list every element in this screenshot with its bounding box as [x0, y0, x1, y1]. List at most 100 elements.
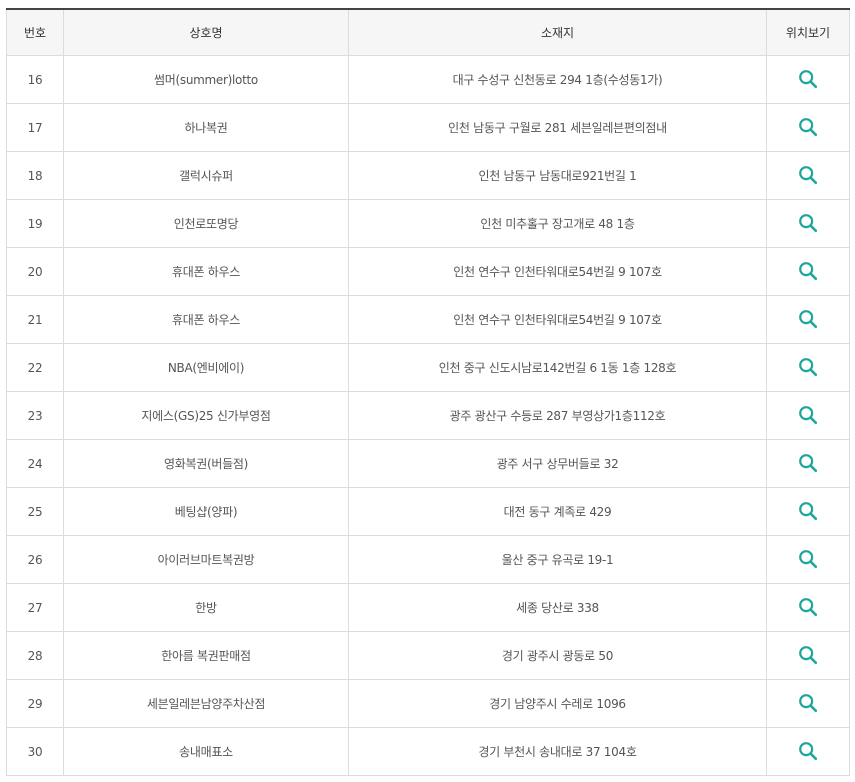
row-store-name: 하나복권 [63, 103, 349, 152]
row-num: 29 [6, 679, 64, 728]
view-location-button[interactable] [796, 356, 820, 380]
row-num: 28 [6, 631, 64, 680]
row-num: 25 [6, 487, 64, 536]
row-address: 인천 남동구 구월로 281 세븐일레븐편의점내 [348, 103, 767, 152]
header-num: 번호 [6, 8, 64, 56]
search-icon [799, 117, 818, 136]
row-address: 대전 동구 계족로 429 [348, 487, 767, 536]
view-location-button[interactable] [796, 740, 820, 764]
row-store-name: NBA(엔비에이) [63, 343, 349, 392]
search-icon [799, 261, 818, 280]
row-num: 16 [6, 55, 64, 104]
search-icon [799, 501, 818, 520]
header-name: 상호명 [63, 8, 349, 56]
row-store-name: 세븐일레븐남양주차산점 [63, 679, 349, 728]
row-address: 인천 연수구 인천타워대로54번길 9 107호 [348, 247, 767, 296]
row-num: 21 [6, 295, 64, 344]
row-store-name: 한방 [63, 583, 349, 632]
row-location [766, 151, 850, 200]
row-location [766, 727, 850, 776]
row-location [766, 391, 850, 440]
row-address: 광주 서구 상무버들로 32 [348, 439, 767, 488]
view-location-button[interactable] [796, 164, 820, 188]
row-location [766, 583, 850, 632]
row-location [766, 199, 850, 248]
row-location [766, 247, 850, 296]
row-address: 인천 중구 신도시남로142번길 6 1동 1층 128호 [348, 343, 767, 392]
row-store-name: 베팅샵(양파) [63, 487, 349, 536]
table-row: 23 지에스(GS)25 신가부영점 광주 광산구 수등로 287 부영상가1층11… [6, 391, 850, 440]
row-address: 울산 중구 유곡로 19-1 [348, 535, 767, 584]
view-location-button[interactable] [796, 692, 820, 716]
row-num: 26 [6, 535, 64, 584]
view-location-button[interactable] [796, 260, 820, 284]
header-address: 소재지 [348, 8, 767, 56]
row-num: 24 [6, 439, 64, 488]
row-store-name: 갤럭시슈퍼 [63, 151, 349, 200]
row-num: 17 [6, 103, 64, 152]
row-store-name: 송내매표소 [63, 727, 349, 776]
row-num: 22 [6, 343, 64, 392]
view-location-button[interactable] [796, 212, 820, 236]
header-location: 위치보기 [766, 8, 850, 56]
search-icon [799, 549, 818, 568]
row-num: 19 [6, 199, 64, 248]
search-icon [799, 213, 818, 232]
row-store-name: 인천로또명당 [63, 199, 349, 248]
row-address: 인천 미추홀구 장고개로 48 1층 [348, 199, 767, 248]
table-row: 20 휴대폰 하우스 인천 연수구 인천타워대로54번길 9 107호 [6, 247, 850, 296]
search-icon [799, 693, 818, 712]
search-icon [799, 357, 818, 376]
row-num: 27 [6, 583, 64, 632]
table-row: 18 갤럭시슈퍼 인천 남동구 남동대로921번길 1 [6, 151, 850, 200]
table-row: 27 한방 세종 당산로 338 [6, 583, 850, 632]
view-location-button[interactable] [796, 452, 820, 476]
row-num: 18 [6, 151, 64, 200]
row-location [766, 439, 850, 488]
store-list: 번호 상호명 소재지 위치보기 16 썸머(summer)lotto 대구 수성구 … [6, 8, 850, 776]
view-location-button[interactable] [796, 404, 820, 428]
view-location-button[interactable] [796, 500, 820, 524]
search-icon [799, 69, 818, 88]
row-store-name: 썸머(summer)lotto [63, 55, 349, 104]
row-address: 광주 광산구 수등로 287 부영상가1층112호 [348, 391, 767, 440]
view-location-button[interactable] [796, 116, 820, 140]
row-store-name: 영화복권(버들점) [63, 439, 349, 488]
row-address: 세종 당산로 338 [348, 583, 767, 632]
table-row: 30 송내매표소 경기 부천시 송내대로 37 104호 [6, 727, 850, 776]
row-address: 경기 부천시 송내대로 37 104호 [348, 727, 767, 776]
table-row: 17 하나복권 인천 남동구 구월로 281 세븐일레븐편의점내 [6, 103, 850, 152]
row-address: 인천 연수구 인천타워대로54번길 9 107호 [348, 295, 767, 344]
search-icon [799, 405, 818, 424]
view-location-button[interactable] [796, 68, 820, 92]
table-row: 25 베팅샵(양파) 대전 동구 계족로 429 [6, 487, 850, 536]
row-num: 30 [6, 727, 64, 776]
row-location [766, 295, 850, 344]
row-location [766, 487, 850, 536]
view-location-button[interactable] [796, 548, 820, 572]
table-row: 29 세븐일레븐남양주차산점 경기 남양주시 수레로 1096 [6, 679, 850, 728]
row-address: 대구 수성구 신천동로 294 1층(수성동1가) [348, 55, 767, 104]
search-icon [799, 645, 818, 664]
table-row: 16 썸머(summer)lotto 대구 수성구 신천동로 294 1층(수성동1… [6, 55, 850, 104]
view-location-button[interactable] [796, 308, 820, 332]
table-row: 26 아이러브마트복권방 울산 중구 유곡로 19-1 [6, 535, 850, 584]
view-location-button[interactable] [796, 644, 820, 668]
row-location [766, 343, 850, 392]
row-address: 인천 남동구 남동대로921번길 1 [348, 151, 767, 200]
row-store-name: 휴대폰 하우스 [63, 247, 349, 296]
table-row: 22 NBA(엔비에이) 인천 중구 신도시남로142번길 6 1동 1층 128호 [6, 343, 850, 392]
row-location [766, 103, 850, 152]
row-num: 20 [6, 247, 64, 296]
row-address: 경기 광주시 광동로 50 [348, 631, 767, 680]
search-icon [799, 741, 818, 760]
row-location [766, 679, 850, 728]
table-row: 19 인천로또명당 인천 미추홀구 장고개로 48 1층 [6, 199, 850, 248]
view-location-button[interactable] [796, 596, 820, 620]
row-address: 경기 남양주시 수레로 1096 [348, 679, 767, 728]
table-row: 28 한아름 복권판매점 경기 광주시 광동로 50 [6, 631, 850, 680]
row-location [766, 535, 850, 584]
table-row: 21 휴대폰 하우스 인천 연수구 인천타워대로54번길 9 107호 [6, 295, 850, 344]
store-table: 번호 상호명 소재지 위치보기 16 썸머(summer)lotto 대구 수성구 … [6, 8, 850, 776]
row-location [766, 55, 850, 104]
